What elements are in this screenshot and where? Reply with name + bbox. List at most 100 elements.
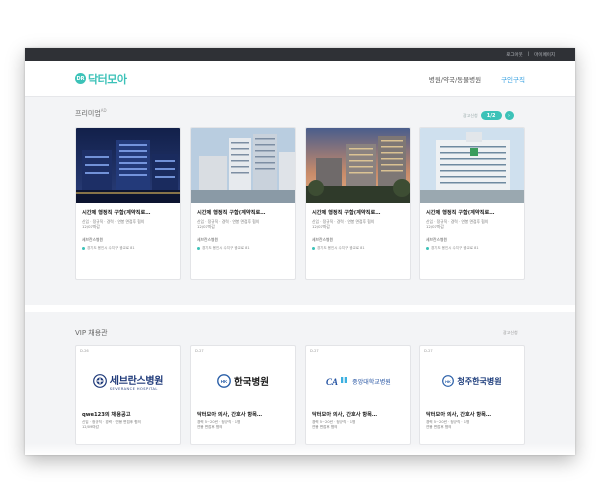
cau-emblem-icon: CA [326,376,348,387]
job-meta-line1: 신입 · 정규직 · 경력 · 연봉 면접후 협의 [82,420,141,424]
dday-badge: D-27 [424,349,433,353]
dday-badge: D-27 [310,349,319,353]
site-header: DR 닥터모아 병원/약국/동물병원 구인구직 [25,61,575,97]
job-meta-line2: 12/07마감 [82,224,100,229]
job-location: 경기도 용인시 수지구 광교로 81 [76,243,180,251]
hospital-logo: HK 한국병원 [191,356,295,406]
dday-badge: D-27 [195,349,204,353]
logo-text: 닥터모아 [88,72,127,86]
topbar-separator: | [527,52,530,57]
job-location: 경기도 용인시 수지구 광교로 81 [306,243,410,251]
location-pin-icon [426,247,429,250]
logo-badge-icon: DR [75,73,86,84]
logo-name: 중앙대학교병원 [352,378,391,386]
hospital-name: 세브란스병원 [426,237,447,242]
logo-sub: SEVERANCE HOSPITAL [109,386,158,391]
job-meta-line1: 경력 5~20년 · 정규직 · 1명 [426,420,470,424]
nav-item-hospitals[interactable]: 병원/약국/동물병원 [429,74,481,84]
job-title: 시간제 행정직 구함(계약직로… [197,210,266,216]
premium-page-indicator: 1/2 [480,111,502,120]
job-meta: 신입 · 정규직 · 경력 · 연봉 면접후 협의 12/09마감 [76,418,180,429]
job-meta: 신입 · 정규직 · 경력 · 연봉 면접후 협의 12/07마감 [306,216,410,229]
mypage-link[interactable]: 마이페이지 [534,52,555,58]
premium-job-card[interactable]: 시간제 행정직 구함(계약직로… 신입 · 정규직 · 경력 · 연봉 면접후 … [190,127,296,280]
vip-job-card[interactable]: D-27 HK 한국병원 닥터모아 의사, 간호사 항목… 경력 5~20년 ·… [190,345,296,445]
hospital-name: 세브란스병원 [312,237,333,242]
bottom-fade [25,443,575,455]
job-meta: 신입 · 정규직 · 경력 · 연봉 면접후 협의 12/07마감 [420,216,524,229]
location-pin-icon [197,247,200,250]
job-meta-line2: 연봉 면접후 협의 [426,424,452,429]
job-meta-line2: 12/07마감 [312,224,330,229]
hospital-photo [306,128,410,203]
logout-link[interactable]: 로그아웃 [506,52,523,58]
job-meta: 신입 · 정규직 · 경력 · 연봉 면접후 협의 12/07마감 [76,216,180,229]
location-text: 경기도 용인시 수지구 광교로 81 [202,246,250,250]
site-logo[interactable]: DR 닥터모아 [75,71,127,87]
job-meta-line2: 12/07마감 [426,224,444,229]
location-text: 경기도 용인시 수지구 광교로 81 [431,246,479,250]
premium-job-card[interactable]: 시간제 행정직 구함(계약직로… 신입 · 정규직 · 경력 · 연봉 면접후 … [305,127,411,280]
section-divider [25,305,575,312]
svg-text:HK: HK [446,379,452,384]
premium-job-card[interactable]: 시간제 행정직 구함(계약직로… 신입 · 정규직 · 경력 · 연봉 면접후 … [419,127,525,280]
job-title: 시간제 행정직 구함(계약직로… [312,210,381,216]
job-location: 경기도 용인시 수지구 광교로 81 [420,243,524,251]
logo-name: 세브란스병원 [109,375,164,387]
main-nav: 병원/약국/동물병원 구인구직 [429,74,525,84]
job-meta-line1: 경력 5~20년 · 정규직 · 1명 [312,420,356,424]
job-meta: 경력 5~20년 · 정규직 · 1명 연봉 면접후 협의 [420,418,524,429]
hospital-emblem-icon: HK [442,375,455,387]
hospital-logo-text: 세브란스병원 SEVERANCE HOSPITAL [109,372,164,391]
location-text: 경기도 용인시 수지구 광교로 81 [87,246,135,250]
job-meta: 신입 · 정규직 · 경력 · 연봉 면접후 협의 12/07마감 [191,216,295,229]
location-pin-icon [82,247,85,250]
job-meta-line2: 12/07마감 [197,224,215,229]
severance-emblem-icon [92,374,107,388]
job-meta-line2: 연봉 면접후 협의 [312,424,338,429]
job-meta-line2: 12/09마감 [82,424,99,429]
location-text: 경기도 용인시 수지구 광교로 81 [317,246,365,250]
job-title: 닥터모아 의사, 간호사 항목… [312,412,378,418]
hospital-photo [420,128,524,203]
premium-job-card[interactable]: 시간제 행정직 구함(계약직로… 신입 · 정규직 · 경력 · 연봉 면접후 … [75,127,181,280]
svg-text:CA: CA [326,377,338,387]
browser-frame: 로그아웃 | 마이페이지 DR 닥터모아 병원/약국/동물병원 구인구직 프리미… [25,48,575,455]
nav-item-jobs[interactable]: 구인구직 [501,74,525,84]
svg-text:HK: HK [221,379,228,384]
location-pin-icon [312,247,315,250]
hospital-name: 세브란스병원 [197,237,218,242]
vip-job-card[interactable]: D-27 CA 중앙대학교병원 닥터모아 의사, 간호사 항목… 경력 5~20… [305,345,411,445]
hospital-logo: HK 청주한국병원 [420,356,524,406]
hospital-logo: CA 중앙대학교병원 [306,356,410,406]
chevron-right-icon[interactable]: › [504,111,514,120]
vip-job-card[interactable]: D-26 세브란스병원 SEVERANCE HOSPITAL qwe123의 채… [75,345,181,445]
job-meta-line1: 경력 5~20년 · 정규직 · 1명 [197,420,241,424]
job-meta-line2: 연봉 면접후 협의 [197,424,223,429]
top-utility-bar: 로그아웃 | 마이페이지 [25,48,575,61]
job-title: qwe123의 채용공고 [82,412,131,418]
job-title: 닥터모아 의사, 간호사 항목… [197,412,263,418]
dday-badge: D-26 [80,349,89,353]
logo-name: 청주한국병원 [457,376,502,386]
job-title: 시간제 행정직 구함(계약직로… [82,210,151,216]
vip-section-title: VIP 채용관 [75,329,108,337]
logo-name: 한국병원 [234,377,269,388]
job-title: 닥터모아 의사, 간호사 항목… [426,412,492,418]
vip-ad-apply-link[interactable]: 광고신청 [503,330,518,336]
premium-section-title: 프리미엄AD [75,108,107,118]
job-location: 경기도 용인시 수지구 광교로 81 [191,243,295,251]
hospital-emblem-icon: HK [217,374,231,388]
premium-ad-apply-link[interactable]: 광고신청 [463,113,478,119]
hospital-photo [191,128,295,203]
hospital-logo: 세브란스병원 SEVERANCE HOSPITAL [76,356,180,406]
vip-job-card[interactable]: D-27 HK 청주한국병원 닥터모아 의사, 간호사 항목… 경력 5~20년… [419,345,525,445]
hospital-name: 세브란스병원 [82,237,103,242]
job-meta: 경력 5~20년 · 정규직 · 1명 연봉 면접후 협의 [191,418,295,429]
hospital-photo [76,128,180,203]
premium-title-text: 프리미엄 [75,109,101,118]
job-meta: 경력 5~20년 · 정규직 · 1명 연봉 면접후 협의 [306,418,410,429]
premium-pager: 광고신청 1/2 › [463,111,514,120]
premium-sup: AD [100,108,107,113]
job-title: 시간제 행정직 구함(계약직로… [426,210,495,216]
